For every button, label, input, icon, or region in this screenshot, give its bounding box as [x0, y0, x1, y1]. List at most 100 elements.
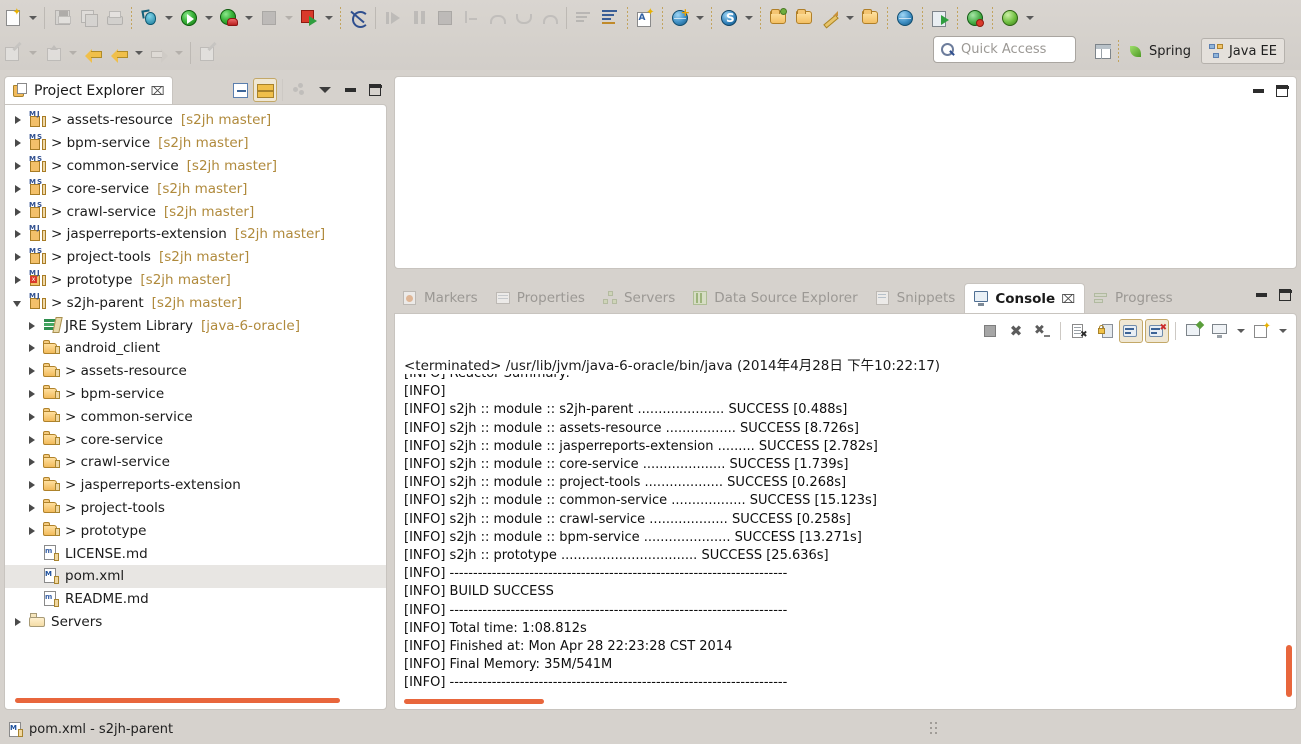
tree-item-bpm-service[interactable]: > bpm-service: [5, 383, 386, 406]
stop-server-dropdown[interactable]: [322, 5, 336, 31]
step-over-button[interactable]: [484, 5, 510, 31]
tree-item-jasperreports-extension[interactable]: M J > jasperreports-extension [s2jh master]: [5, 223, 386, 246]
save-all-button[interactable]: [75, 5, 101, 31]
status-bar-resize-grip[interactable]: [930, 722, 944, 736]
twisty-collapsed-icon[interactable]: [25, 319, 39, 333]
print-button[interactable]: [101, 5, 127, 31]
twisty-collapsed-icon[interactable]: [11, 159, 25, 173]
run-button[interactable]: [176, 5, 202, 31]
new-task-button[interactable]: [597, 5, 623, 31]
debug-button[interactable]: [136, 5, 162, 31]
editor-area[interactable]: [394, 76, 1297, 269]
display-selected-console-button[interactable]: [1208, 319, 1232, 343]
console-hscrollbar[interactable]: [404, 699, 544, 704]
save-button[interactable]: [49, 5, 75, 31]
minimize-icon[interactable]: [1256, 293, 1267, 297]
maximize-button[interactable]: [363, 78, 387, 102]
upload-button[interactable]: [40, 40, 66, 66]
new-web-project-dropdown[interactable]: [693, 5, 707, 31]
tree-item-assets-resource[interactable]: M J > assets-resource [s2jh master]: [5, 109, 386, 132]
twisty-collapsed-icon[interactable]: [25, 387, 39, 401]
open-task-button[interactable]: [571, 5, 597, 31]
twisty-collapsed-icon[interactable]: [11, 182, 25, 196]
perspective-java-ee-button[interactable]: Java EE: [1200, 38, 1285, 64]
tree-item-prototype[interactable]: M Jx > prototype [s2jh master]: [5, 269, 386, 292]
tree-item-license-md[interactable]: m LICENSE.md: [5, 542, 386, 565]
link-with-editor-button[interactable]: [253, 78, 277, 102]
tree-item-jre-system-library[interactable]: JRE System Library [java-6-oracle]: [5, 314, 386, 337]
new-wizard-dropdown[interactable]: [26, 5, 40, 31]
terminate-button[interactable]: [256, 5, 282, 31]
tab-console[interactable]: Console ⌧: [964, 283, 1086, 313]
tree-item-common-service[interactable]: M S > common-service [s2jh master]: [5, 155, 386, 178]
view-menu-button[interactable]: [313, 78, 337, 102]
tree-item-core-service[interactable]: > core-service: [5, 428, 386, 451]
show-console-on-output-button[interactable]: [1119, 319, 1143, 343]
edit-config-button[interactable]: [817, 5, 843, 31]
tree-item-project-tools[interactable]: M S > project-tools [s2jh master]: [5, 246, 386, 269]
twisty-collapsed-icon[interactable]: [25, 410, 39, 424]
back-button[interactable]: [106, 40, 132, 66]
new-spring-element-dropdown[interactable]: [742, 5, 756, 31]
step-into-button[interactable]: [458, 5, 484, 31]
tree-item-android-client[interactable]: android_client: [5, 337, 386, 360]
debug-dropdown[interactable]: [162, 5, 176, 31]
open-type-button[interactable]: [765, 5, 791, 31]
remove-launch-button[interactable]: ✖: [1004, 319, 1028, 343]
maximize-icon[interactable]: [1276, 85, 1289, 97]
project-explorer-hscrollbar[interactable]: [15, 698, 340, 703]
tree-item-jasperreports-extension[interactable]: > jasperreports-extension: [5, 474, 386, 497]
resume-button[interactable]: [380, 5, 406, 31]
terminate-dropdown[interactable]: [282, 5, 296, 31]
focus-on-active-task-button[interactable]: [288, 78, 312, 102]
run-on-server-dropdown[interactable]: [242, 5, 256, 31]
twisty-collapsed-icon[interactable]: [11, 136, 25, 150]
show-console-on-error-button[interactable]: ✖: [1145, 319, 1169, 343]
twisty-collapsed-icon[interactable]: [11, 113, 25, 127]
minimize-button[interactable]: [338, 78, 362, 102]
tree-item-common-service[interactable]: > common-service: [5, 405, 386, 428]
tab-progress[interactable]: Progress: [1085, 283, 1182, 313]
skip-breakpoints-button[interactable]: [345, 5, 371, 31]
minimize-icon[interactable]: [1253, 89, 1264, 93]
tree-item-project-tools[interactable]: > project-tools: [5, 497, 386, 520]
tab-properties[interactable]: Properties: [487, 283, 594, 313]
tree-item-servers[interactable]: Servers: [5, 611, 386, 634]
tree-item-readme-md[interactable]: m README.md: [5, 588, 386, 611]
twisty-collapsed-icon[interactable]: [25, 455, 39, 469]
forward-dropdown[interactable]: [172, 40, 186, 66]
twisty-collapsed-icon[interactable]: [11, 273, 25, 287]
deploy-button[interactable]: [927, 5, 953, 31]
edit-config-dropdown[interactable]: [843, 5, 857, 31]
collapse-all-button[interactable]: [228, 78, 252, 102]
new-wizard-button[interactable]: ✦: [0, 5, 26, 31]
twisty-collapsed-icon[interactable]: [11, 250, 25, 264]
close-icon[interactable]: ⌧: [1061, 292, 1075, 306]
terminate-button[interactable]: [978, 319, 1002, 343]
tree-item-s2jh-parent[interactable]: M J > s2jh-parent [s2jh master]: [5, 291, 386, 314]
tab-snippets[interactable]: Snippets: [867, 283, 965, 313]
tree-item-pom-xml[interactable]: Mpom.xml: [5, 564, 386, 588]
validate-dropdown[interactable]: [1023, 5, 1037, 31]
suspend-button[interactable]: [406, 5, 432, 31]
annotation-dropdown[interactable]: [26, 40, 40, 66]
new-annotation-button[interactable]: [195, 40, 221, 66]
upload-dropdown[interactable]: [66, 40, 80, 66]
display-selected-console-dropdown[interactable]: [1234, 318, 1248, 344]
run-dropdown[interactable]: [202, 5, 216, 31]
terminate-debug-button[interactable]: [432, 5, 458, 31]
perspective-spring-button[interactable]: Spring: [1121, 38, 1199, 64]
twisty-expanded-icon[interactable]: [11, 296, 25, 310]
twisty-collapsed-icon[interactable]: [25, 478, 39, 492]
twisty-collapsed-icon[interactable]: [25, 433, 39, 447]
open-console-dropdown[interactable]: [1276, 318, 1290, 344]
step-return-button[interactable]: [510, 5, 536, 31]
tab-servers[interactable]: Servers: [594, 283, 684, 313]
tree-item-core-service[interactable]: M S > core-service [s2jh master]: [5, 177, 386, 200]
twisty-collapsed-icon[interactable]: [25, 341, 39, 355]
close-icon[interactable]: ⌧: [151, 85, 165, 97]
open-resource-button[interactable]: [791, 5, 817, 31]
tree-item-crawl-service[interactable]: > crawl-service: [5, 451, 386, 474]
back-dropdown[interactable]: [132, 40, 146, 66]
new-spring-element-button[interactable]: S: [716, 5, 742, 31]
